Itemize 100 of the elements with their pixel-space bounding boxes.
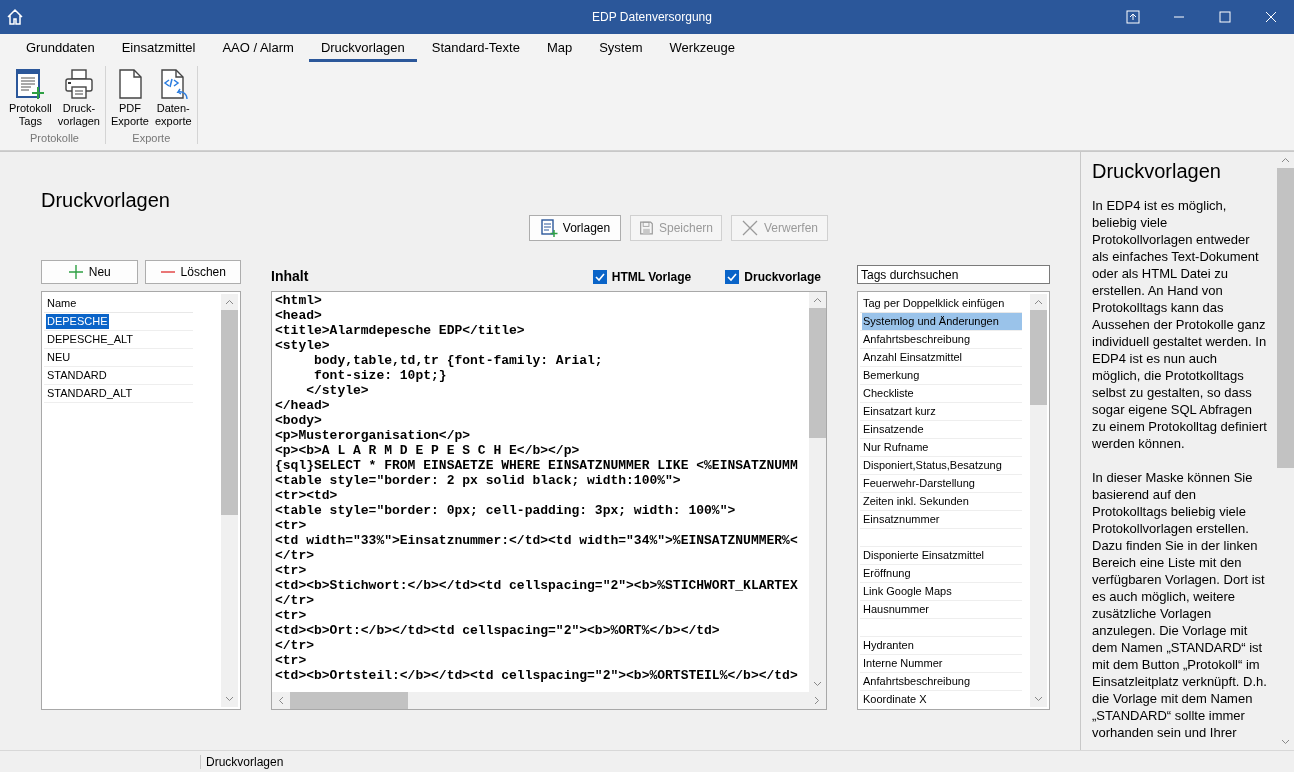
- code-line: <p><b>A L A R M D E P E S C H E</b></p>: [275, 443, 581, 458]
- code-line: <tr>: [275, 653, 308, 668]
- action-button[interactable]: Löschen: [144, 260, 241, 284]
- code-line: <td><b>Ortsteil:</b></td><td cellspacing="2"><b>%ORTSTEIL%</b></td>: [275, 668, 799, 683]
- tag-item[interactable]: Link Google Maps: [862, 584, 1022, 599]
- ribbon-tab[interactable]: Map: [534, 40, 585, 62]
- home-icon: [6, 8, 24, 26]
- close-icon: [741, 219, 759, 237]
- code-line: <body>: [275, 413, 323, 428]
- window-title: EDP Datenversorgung: [591, 10, 713, 24]
- help-paragraph: In EDP4 ist es möglich, beliebig viele Protokollvorlagen entweder als einfaches Text-Dokument oder als HTML Datei zu erstellen. An Hand von Protokolltags kann das Aussehen der Protokolle ganz individuell gestaltet werden. In EDP4 ist es nun auch möglich, die Prototkolltags selbst zu gestalten, so dass sogar eigene SQL Abfragen zu einem Protokolltag definiert werden können.: [1092, 197, 1268, 452]
- code-line: <tr><td>: [275, 488, 339, 503]
- search-field[interactable]: Tags durchsuchen: [857, 265, 1050, 284]
- code-line: </tr>: [275, 548, 315, 563]
- tag-item[interactable]: Koordinate X: [862, 692, 1022, 707]
- status-text: Druckvorlagen: [200, 754, 284, 769]
- column-header[interactable]: Name: [44, 294, 193, 313]
- tag-item[interactable]: Hausnummer: [862, 602, 1022, 617]
- template-name[interactable]: DEPESCHE_ALT: [46, 332, 134, 347]
- document-plus-icon: [539, 219, 558, 237]
- code-line: </tr>: [275, 593, 315, 608]
- code-line: body,table,td,tr {font-family: Arial;: [313, 353, 604, 368]
- tag-item[interactable]: Disponierte Einsatzmittel: [862, 548, 1022, 563]
- code-line: <td><b>Stichwort:</b></td><td cellspacing="2"><b>%STICHWORT_KLARTEX: [275, 578, 799, 593]
- code-line: <title>Alarmdepesche EDP</title>: [275, 323, 526, 338]
- code-line: <tr>: [275, 563, 308, 578]
- scrollbar-thumb[interactable]: [290, 692, 408, 709]
- ribbon-tab[interactable]: Einsatzmittel: [109, 40, 208, 62]
- checkbox-option[interactable]: HTML Vorlage: [592, 270, 692, 284]
- tag-item[interactable]: Bemerkung: [862, 368, 1022, 383]
- scrollbar-thumb[interactable]: [1030, 310, 1047, 405]
- ribbon-button[interactable]: Daten- exporte: [151, 66, 195, 132]
- scrollbar-thumb[interactable]: [1277, 168, 1294, 468]
- save-icon: [639, 219, 654, 237]
- ribbon-tab[interactable]: Standard-Texte: [419, 40, 532, 62]
- group-label: Protokolle: [30, 132, 79, 144]
- toolbar-button[interactable]: Vorlagen: [529, 215, 621, 241]
- template-name[interactable]: NEU: [46, 350, 72, 365]
- code-line: <tr>: [275, 518, 308, 533]
- code-line: <table style="border: 2 px solid black; width:100%">: [275, 473, 682, 488]
- ribbon-tab[interactable]: System: [587, 40, 655, 62]
- check-icon: [593, 271, 606, 283]
- section-label: Inhalt: [271, 268, 309, 284]
- checkbox[interactable]: [592, 270, 607, 284]
- template-name[interactable]: STANDARD: [46, 368, 108, 383]
- code-line: <td><b>Ort:</b></td><td cellspacing="2"><b>%ORT%</b></td>: [275, 623, 721, 638]
- code-line: <table style="border: 0px; cell-padding: 3px; width: 100%">: [275, 503, 737, 518]
- template-name[interactable]: DEPESCHE: [46, 314, 109, 329]
- horizontal-scrollbar[interactable]: [272, 692, 826, 709]
- code-editor[interactable]: [271, 291, 827, 710]
- tag-item[interactable]: Anzahl Einsatzmittel: [862, 350, 1022, 365]
- page-heading: Druckvorlagen: [41, 189, 171, 213]
- scrollbar-thumb[interactable]: [221, 310, 238, 515]
- ribbon-button[interactable]: Protokoll Tags: [6, 66, 55, 132]
- tag-item[interactable]: Disponiert,Status,Besatzung: [862, 458, 1022, 473]
- plus-icon: [67, 264, 84, 280]
- tag-item[interactable]: Hydranten: [862, 638, 1022, 653]
- scrollbar-thumb[interactable]: [809, 308, 826, 438]
- ribbon-button[interactable]: Druck- vorlagen: [54, 66, 103, 132]
- code-line: {sql}SELECT * FROM EINSAETZE WHERE EINSATZNUMMER LIKE <%EINSATZNUMM: [275, 458, 799, 473]
- tag-item[interactable]: Checkliste: [862, 386, 1022, 401]
- tag-item[interactable]: Einsatznummer: [862, 512, 1022, 527]
- tag-item[interactable]: Nur Rufname: [862, 440, 1022, 455]
- code-line: <td width="33%">Einsatznummer:</td><td width="34%">%EINSATZNUMMER%<: [275, 533, 799, 548]
- code-line: font-size: 10pt;}: [313, 368, 448, 383]
- check-icon: [726, 271, 739, 283]
- ribbon-button[interactable]: PDF Exporte: [108, 66, 152, 132]
- tag-item[interactable]: Feuerwehr-Darstellung: [862, 476, 1022, 491]
- vertical-scrollbar[interactable]: [221, 294, 238, 707]
- template-name[interactable]: STANDARD_ALT: [46, 386, 134, 401]
- ribbon-tab[interactable]: AAO / Alarm: [210, 40, 306, 62]
- help-paragraph: In dieser Maske können Sie basierend auf den Protokolltags beliebig viele Protokollvorlagen erstellen. Dazu finden Sie in der linken Bereich eine Liste mit den verfügbaren Vorlagen. Dort ist es auch möglich, weitere zusätzliche Vorlagen anzulegen. Die Vorlage mit dem Namen „STANDARD“ ist mit dem Button „Protokoll“ im Einsatzleitplatz verknüpft. D.h. die Vorlage mit dem Namen „STANDARD“ sollte immer vorhanden sein und Ihrer: [1092, 469, 1268, 741]
- code-line: </tr>: [275, 638, 315, 653]
- code-line: <p>Musterorganisation</p>: [275, 428, 472, 443]
- printer-icon: [62, 68, 95, 100]
- document-plus-icon: [14, 68, 47, 100]
- tag-item[interactable]: Systemlog und Änderungen: [862, 313, 1022, 330]
- tag-item[interactable]: Zeiten inkl. Sekunden: [862, 494, 1022, 509]
- tag-item[interactable]: Interne Nummer: [862, 656, 1022, 671]
- checkbox[interactable]: [725, 270, 740, 284]
- ribbon-tab[interactable]: Werkzeuge: [657, 40, 748, 62]
- tag-item[interactable]: Anfahrtsbeschreibung: [862, 674, 1022, 689]
- code-line: <style>: [275, 338, 331, 353]
- tag-item[interactable]: Anfahrtsbeschreibung: [862, 332, 1022, 347]
- checkbox-option[interactable]: Druckvorlage: [725, 270, 821, 284]
- code-line: </style>: [305, 383, 370, 398]
- tag-item[interactable]: Eröffnung: [862, 566, 1022, 581]
- close-icon: [1264, 10, 1278, 24]
- code-line: <tr>: [275, 608, 308, 623]
- tag-item[interactable]: Einsatzende: [862, 422, 1022, 437]
- action-button[interactable]: Neu: [41, 260, 138, 284]
- help-title: Druckvorlagen: [1092, 160, 1222, 183]
- vertical-scrollbar[interactable]: [1030, 294, 1047, 707]
- code-line: <html>: [275, 293, 323, 308]
- vertical-scrollbar[interactable]: [809, 292, 826, 692]
- minus-icon: [159, 271, 176, 273]
- group-label: Exporte: [132, 132, 171, 144]
- ribbon-tab[interactable]: Grunddaten: [14, 40, 107, 62]
- maximize-icon: [1218, 10, 1232, 24]
- tag-item[interactable]: Einsatzart kurz: [862, 404, 1022, 419]
